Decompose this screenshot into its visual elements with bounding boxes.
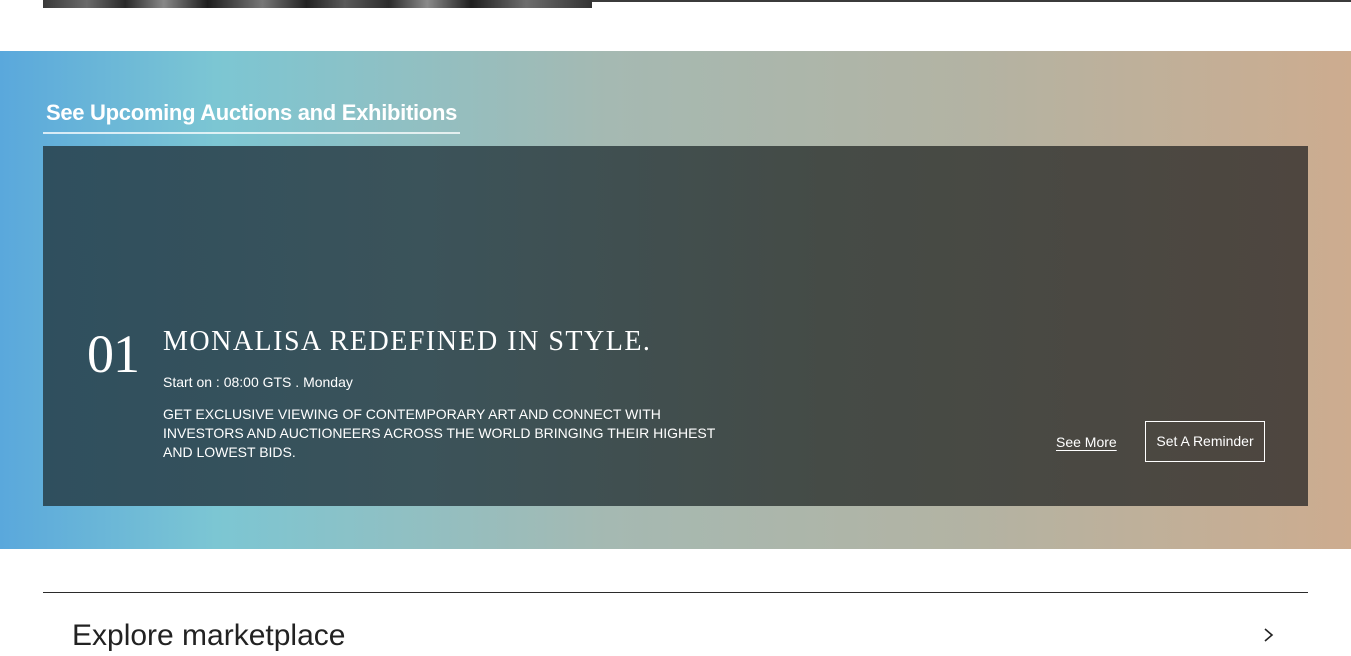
- top-divider: [592, 0, 1351, 2]
- featured-artwork-image: [43, 0, 592, 8]
- top-strip: [0, 0, 1351, 51]
- explore-marketplace-heading[interactable]: Explore marketplace: [72, 616, 345, 656]
- chevron-right-icon[interactable]: [1261, 627, 1277, 643]
- set-reminder-button[interactable]: Set A Reminder: [1145, 421, 1265, 462]
- see-more-link[interactable]: See More: [1056, 432, 1117, 452]
- auction-number: 01: [87, 324, 140, 384]
- auction-title: MONALISA REDEFINED IN STYLE.: [163, 326, 652, 357]
- upcoming-auctions-section: See Upcoming Auctions and Exhibitions 01…: [0, 51, 1351, 549]
- auction-description: GET EXCLUSIVE VIEWING OF CONTEMPORARY AR…: [163, 406, 716, 460]
- section-divider: [43, 592, 1308, 593]
- auction-start-time: Start on : 08:00 GTS . Monday: [163, 374, 353, 390]
- auction-card: 01 MONALISA REDEFINED IN STYLE. Start on…: [43, 146, 1308, 506]
- section-title[interactable]: See Upcoming Auctions and Exhibitions: [43, 96, 461, 134]
